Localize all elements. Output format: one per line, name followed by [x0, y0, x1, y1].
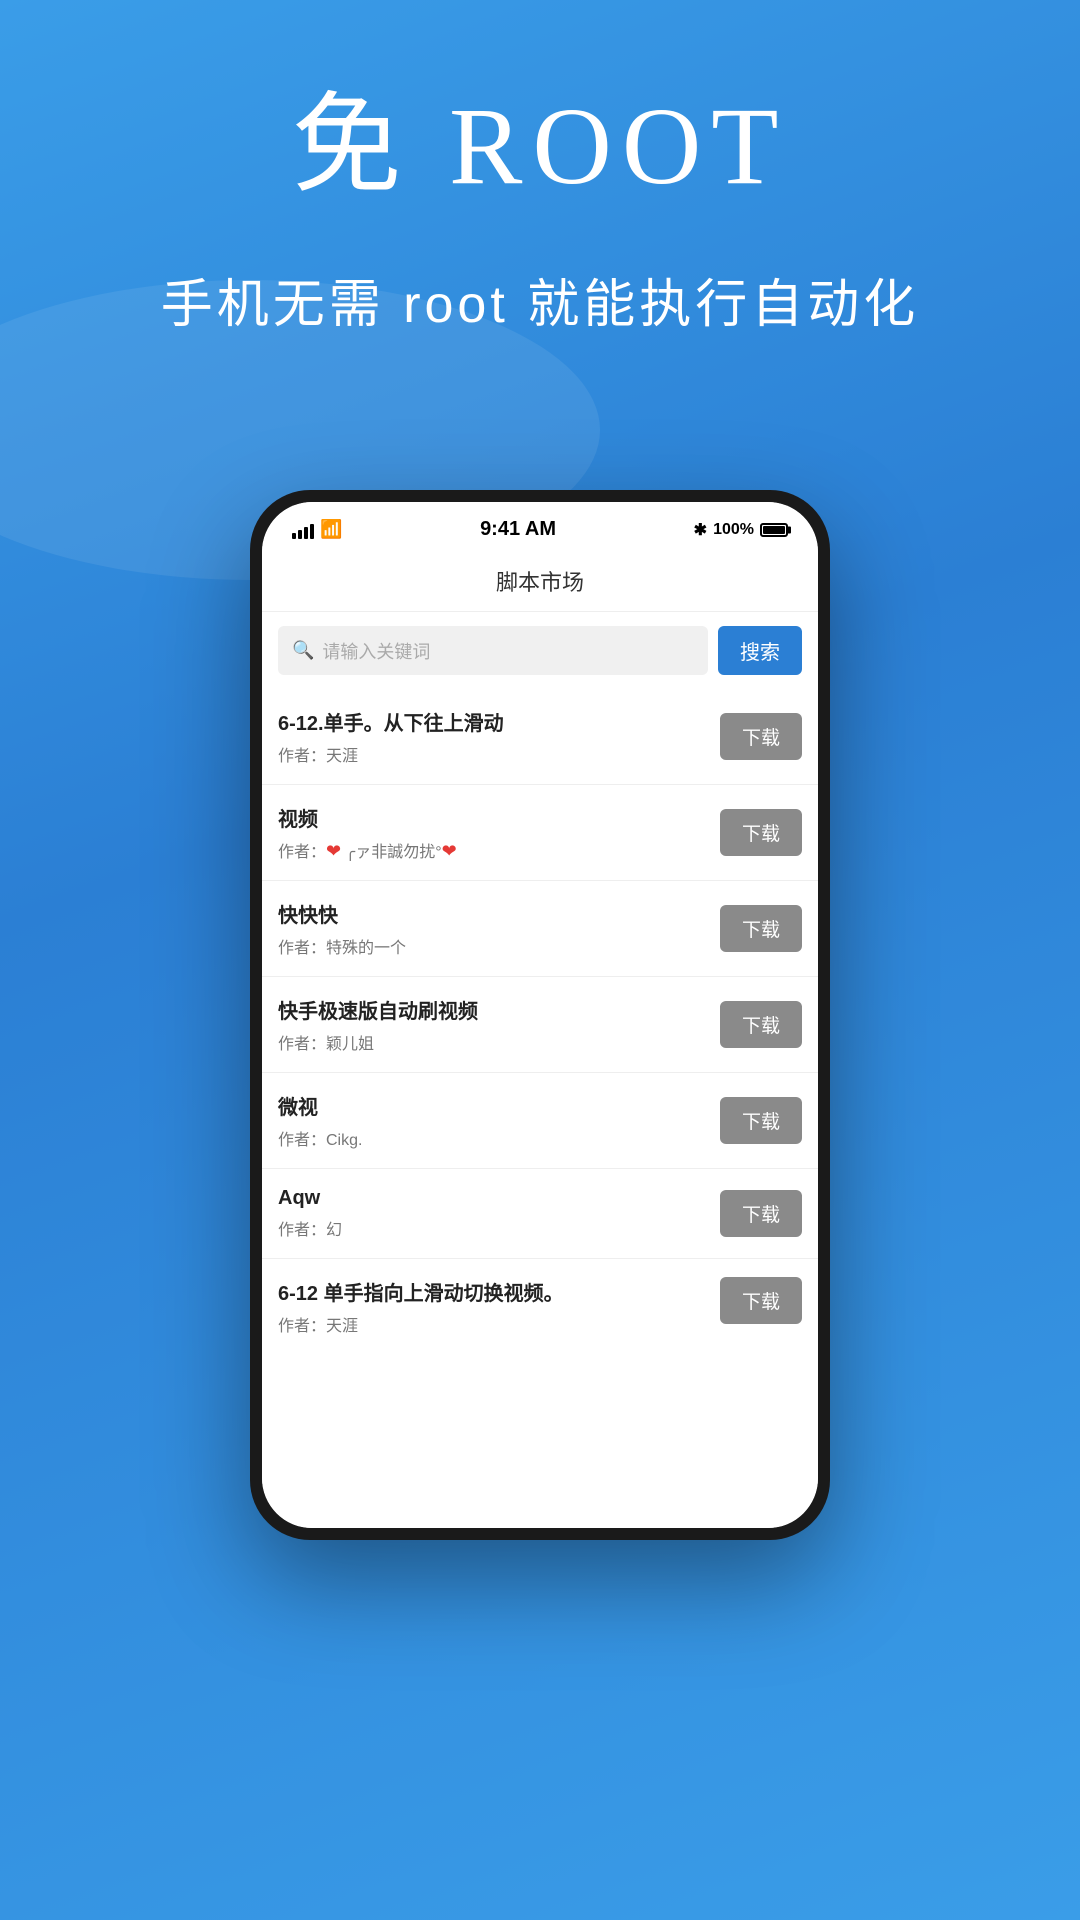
- hero-section: 免 ROOT 手机无需 root 就能执行自动化: [0, 80, 1080, 337]
- download-button[interactable]: 下载: [720, 713, 802, 760]
- bluetooth-icon: ✱: [694, 520, 707, 540]
- script-info: 视频 作者：❤ ╭ァ非誠勿扰°❤: [278, 803, 710, 862]
- status-time: 9:41 AM: [480, 518, 556, 541]
- list-item: 视频 作者：❤ ╭ァ非誠勿扰°❤ 下载: [262, 785, 818, 881]
- list-item: 微视 作者：Cikg. 下载: [262, 1073, 818, 1169]
- script-author: 作者：❤ ╭ァ非誠勿扰°❤: [278, 838, 710, 862]
- download-button[interactable]: 下载: [720, 1190, 802, 1237]
- download-button[interactable]: 下载: [720, 1097, 802, 1144]
- script-author: 作者：幻: [278, 1216, 710, 1240]
- script-info: Aqw 作者：幻: [278, 1187, 710, 1240]
- search-section: 🔍 请输入关键词 搜索: [262, 612, 818, 689]
- script-name: 6-12.单手。从下往上滑动: [278, 707, 710, 736]
- phone-container: 📶 9:41 AM ✱ 100% 脚本市场 🔍 请输入关键词: [250, 490, 830, 1890]
- signal-icon: [292, 521, 314, 539]
- search-placeholder: 请输入关键词: [322, 638, 430, 664]
- search-input-wrapper[interactable]: 🔍 请输入关键词: [278, 626, 708, 675]
- script-name: 快快快: [278, 899, 710, 928]
- script-author: 作者：天涯: [278, 1312, 710, 1336]
- script-info: 快手极速版自动刷视频 作者：颖儿姐: [278, 995, 710, 1054]
- script-info: 6-12.单手。从下往上滑动 作者：天涯: [278, 707, 710, 766]
- status-left: 📶: [292, 519, 342, 540]
- search-button[interactable]: 搜索: [718, 626, 802, 675]
- app-title: 脚本市场: [262, 551, 818, 612]
- status-bar: 📶 9:41 AM ✱ 100%: [262, 502, 818, 551]
- status-right: ✱ 100%: [694, 520, 788, 540]
- battery-percent: 100%: [713, 521, 754, 539]
- script-list: 6-12.单手。从下往上滑动 作者：天涯 下载 视频 作者：❤ ╭ァ非誠勿扰°❤…: [262, 689, 818, 1528]
- script-name: 6-12 单手指向上滑动切换视频。: [278, 1277, 710, 1306]
- script-author: 作者：天涯: [278, 742, 710, 766]
- download-button[interactable]: 下载: [720, 1277, 802, 1324]
- list-item-partial: 6-12 单手指向上滑动切换视频。 作者：天涯 下载: [262, 1259, 818, 1346]
- script-name: 微视: [278, 1091, 710, 1120]
- script-author: 作者：Cikg.: [278, 1126, 710, 1150]
- download-button[interactable]: 下载: [720, 1001, 802, 1048]
- hero-subtitle: 手机无需 root 就能执行自动化: [0, 262, 1080, 337]
- download-button[interactable]: 下载: [720, 905, 802, 952]
- script-info: 6-12 单手指向上滑动切换视频。 作者：天涯: [278, 1277, 710, 1336]
- script-info: 微视 作者：Cikg.: [278, 1091, 710, 1150]
- list-item: 快快快 作者：特殊的一个 下载: [262, 881, 818, 977]
- script-author: 作者：颖儿姐: [278, 1030, 710, 1054]
- phone-screen: 📶 9:41 AM ✱ 100% 脚本市场 🔍 请输入关键词: [262, 502, 818, 1528]
- heart-icon: ❤: [326, 841, 341, 861]
- heart-icon-2: ❤: [442, 841, 457, 861]
- script-author: 作者：特殊的一个: [278, 934, 710, 958]
- hero-title: 免 ROOT: [0, 80, 1080, 212]
- script-name: 快手极速版自动刷视频: [278, 995, 710, 1024]
- list-item: 快手极速版自动刷视频 作者：颖儿姐 下载: [262, 977, 818, 1073]
- battery-icon: [760, 523, 788, 537]
- wifi-icon: 📶: [320, 519, 342, 540]
- script-info: 快快快 作者：特殊的一个: [278, 899, 710, 958]
- list-item: 6-12.单手。从下往上滑动 作者：天涯 下载: [262, 689, 818, 785]
- script-name: 视频: [278, 803, 710, 832]
- phone-frame: 📶 9:41 AM ✱ 100% 脚本市场 🔍 请输入关键词: [250, 490, 830, 1540]
- list-item: Aqw 作者：幻 下载: [262, 1169, 818, 1259]
- download-button[interactable]: 下载: [720, 809, 802, 856]
- search-icon: 🔍: [292, 640, 314, 661]
- script-name: Aqw: [278, 1187, 710, 1210]
